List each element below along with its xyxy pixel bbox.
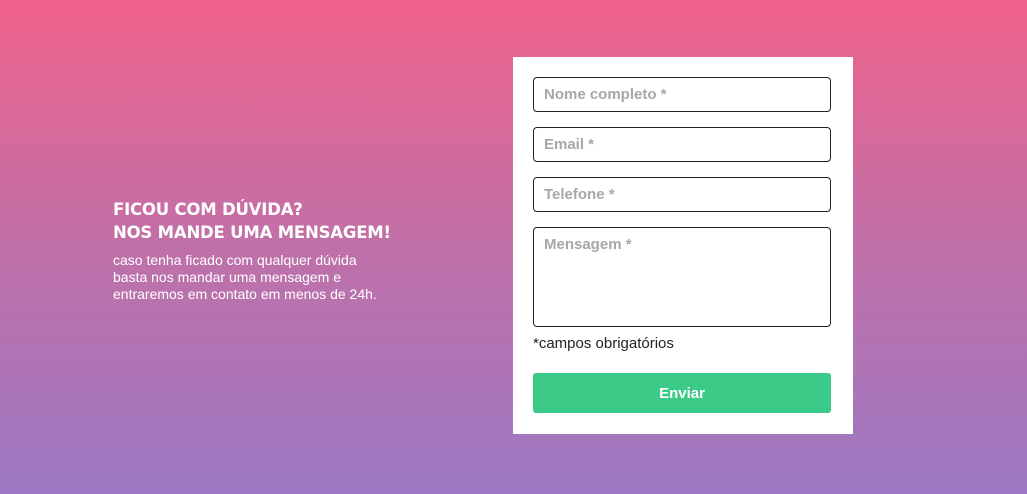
submit-button[interactable]: Enviar bbox=[533, 373, 831, 413]
contact-intro: FICOU COM DÚVIDA? NOS MANDE UMA MENSAGEM… bbox=[113, 198, 433, 303]
email-input[interactable] bbox=[533, 127, 831, 162]
required-fields-note: *campos obrigatórios bbox=[533, 335, 674, 352]
heading-line-2: NOS MANDE UMA MENSAGEM! bbox=[113, 223, 391, 242]
contact-description: caso tenha ficado com qualquer dúvida ba… bbox=[113, 252, 433, 303]
phone-input[interactable] bbox=[533, 177, 831, 212]
description-line-1: caso tenha ficado com qualquer dúvida bbox=[113, 252, 357, 268]
contact-form: *campos obrigatórios Enviar bbox=[513, 57, 853, 434]
description-line-2: basta nos mandar uma mensagem e bbox=[113, 269, 342, 285]
heading-line-1: FICOU COM DÚVIDA? bbox=[113, 200, 303, 219]
message-textarea[interactable] bbox=[533, 227, 831, 327]
description-line-3: entraremos em contato em menos de 24h. bbox=[113, 286, 377, 302]
name-input[interactable] bbox=[533, 77, 831, 112]
contact-heading: FICOU COM DÚVIDA? NOS MANDE UMA MENSAGEM… bbox=[113, 198, 433, 244]
